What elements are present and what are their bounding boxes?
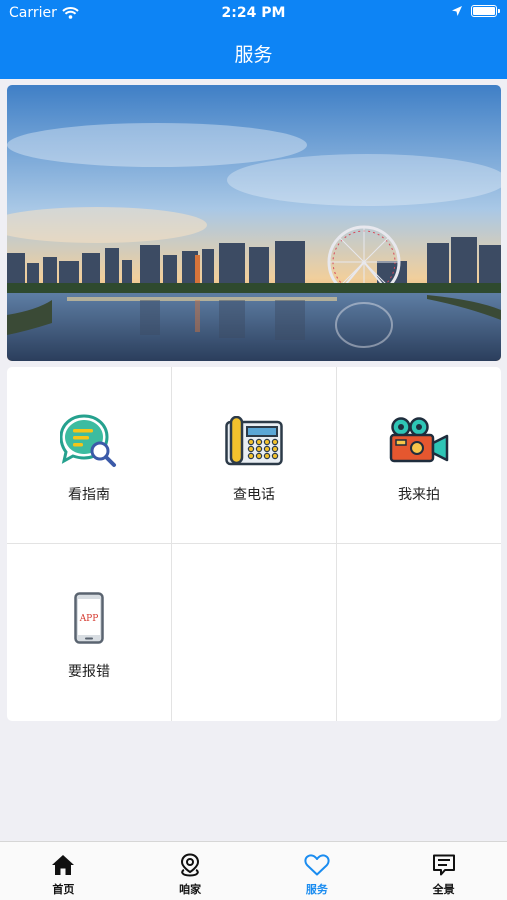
service-phone[interactable]: 查电话 [172, 367, 336, 543]
guide-search-icon [59, 411, 119, 471]
location-pin-icon [177, 852, 203, 878]
tab-label: 首页 [52, 883, 75, 896]
status-time: 2:24 PM [221, 5, 286, 21]
telephone-icon [224, 411, 284, 471]
service-grid: 看指南 查电话 我来拍 APP 要报错 [7, 367, 501, 721]
battery-icon [471, 5, 500, 17]
heart-icon [304, 852, 330, 878]
service-label: 看指南 [68, 487, 110, 503]
phone-app-icon: APP [59, 588, 119, 648]
location-arrow-icon [452, 6, 462, 16]
tab-services[interactable]: 服务 [254, 842, 381, 900]
tab-family[interactable]: 咱家 [127, 842, 254, 900]
service-report-error[interactable]: APP 要报错 [7, 544, 171, 720]
tab-label: 服务 [305, 883, 328, 896]
city-banner-image[interactable] [7, 85, 501, 361]
tab-panorama[interactable]: 全景 [380, 842, 507, 900]
service-camera[interactable]: 我来拍 [337, 367, 501, 543]
tab-bar: 首页 咱家 服务 全景 [0, 841, 507, 900]
page-title: 服务 [234, 44, 273, 66]
app-header: Carrier 2:24 PM 服务 [0, 0, 507, 79]
service-label: 我来拍 [398, 487, 440, 503]
status-bar: Carrier 2:24 PM [0, 0, 507, 28]
tab-label: 全景 [432, 883, 455, 896]
service-label: 查电话 [233, 487, 275, 503]
service-guide[interactable]: 看指南 [7, 367, 171, 543]
status-indicators [451, 5, 500, 17]
video-camera-icon [389, 411, 449, 471]
service-label: 要报错 [68, 664, 110, 680]
message-icon [431, 852, 457, 878]
tab-home[interactable]: 首页 [0, 842, 127, 900]
tab-label: 咱家 [179, 883, 202, 896]
home-icon [50, 852, 76, 878]
app-icon-text: APP [79, 614, 99, 624]
